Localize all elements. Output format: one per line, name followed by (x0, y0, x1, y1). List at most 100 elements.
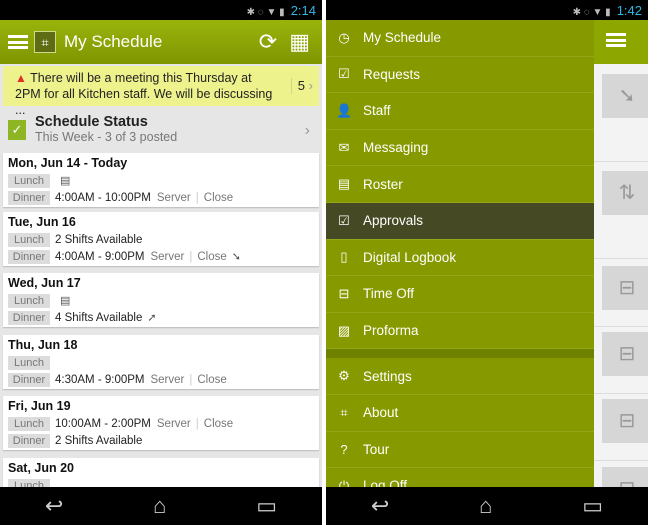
menu-item-label: Settings (363, 368, 412, 384)
day-card[interactable]: Tue, Jun 16 Lunch 2 Shifts Available Dinner… (3, 212, 319, 266)
shift-row[interactable]: Dinner 4 Shifts Available ➚ (8, 309, 314, 326)
shift-role: Server (150, 250, 185, 263)
meal-tag: Lunch (8, 232, 50, 247)
shift-location: Close (203, 191, 234, 204)
status-icons: ✱ ◌ ▼ ▮ (572, 7, 611, 18)
shift-row[interactable]: Lunch ▤ (8, 172, 314, 189)
clock: 1:42 (616, 3, 642, 18)
menu-icon[interactable] (606, 33, 626, 47)
meal-tag: Dinner (8, 372, 50, 387)
schedule-status[interactable]: ✓ Schedule Status This Week - 3 of 3 pos… (0, 110, 322, 150)
calendar-icon[interactable]: ▦ (289, 29, 310, 55)
calendar-minus-icon: ⊟ (338, 285, 350, 301)
person-icon: 👤 (336, 102, 353, 118)
menu-item-requests[interactable]: ☑ Requests (326, 57, 594, 94)
day-date: Sat, Jun 20 (8, 461, 74, 475)
status-bar: ✱ ◌ ▼ ▮ 2:14 (0, 0, 322, 20)
menu-item-about[interactable]: ⌗ About (326, 395, 594, 432)
envelope-icon: ✉ (338, 139, 350, 155)
shift-row[interactable]: Dinner 4:30AM - 9:00PM Server | Close (8, 371, 314, 388)
clock: 2:14 (290, 3, 316, 18)
home-icon[interactable]: ⌂ (479, 493, 492, 519)
calendar-minus-icon: ⊟ (602, 266, 648, 310)
day-date: Fri, Jun 19 (8, 399, 71, 413)
menu-item-settings[interactable]: ⚙ Settings (326, 358, 594, 395)
meal-tag: Lunch (8, 173, 50, 188)
shift-row[interactable]: Lunch 10:00AM - 2:00PM Server | Close (8, 415, 314, 432)
day-date: Mon, Jun 14 - Today (8, 156, 128, 170)
menu-item-label: Time Off (363, 286, 415, 302)
background-content: ➘ ⇅ ⊟ ⊟ ⊟ ⊟ (594, 20, 648, 525)
pickup-icon: ➚ (147, 312, 157, 324)
schedule-screen: ✱ ◌ ▼ ▮ 2:14 ⌗ My Schedule ⟳ ▦ ▲ There wi… (0, 0, 322, 525)
status-bar: ✱ ◌ ▼ ▮ 1:42 (326, 0, 648, 20)
gear-icon: ⚙ (338, 368, 350, 384)
meal-tag: Lunch (8, 355, 50, 370)
menu-item-proforma[interactable]: ▨ Proforma (326, 313, 594, 350)
shift-text: 2 Shifts Available (55, 434, 143, 447)
day-date: Thu, Jun 18 (8, 338, 78, 352)
day-card[interactable]: Mon, Jun 14 - Today Lunch ▤ Dinner 4:00AM - … (3, 153, 319, 207)
day-card[interactable]: Fri, Jun 19 Lunch 10:00AM - 2:00PM Server | C… (3, 396, 319, 450)
swap-icon: ⇅ (602, 171, 648, 215)
day-date: Tue, Jun 16 (8, 215, 76, 229)
menu-icon[interactable] (8, 35, 28, 49)
shift-text: 4 Shifts Available (55, 311, 143, 324)
calendar-minus-icon: ⊟ (602, 399, 648, 443)
menu-item-label: My Schedule (363, 30, 442, 46)
shift-text: 10:00AM - 2:00PM (55, 417, 151, 430)
calendar-check-icon: ✓ (8, 120, 26, 140)
navigation-drawer: ◷ My Schedule ☑ Requests 👤 Staff ✉ Messaging ▤ Ro… (326, 20, 594, 525)
meal-tag: Dinner (8, 310, 50, 325)
menu-item-my-schedule[interactable]: ◷ My Schedule (326, 20, 594, 57)
shift-location: Close (197, 250, 227, 263)
menu-item-staff[interactable]: 👤 Staff (326, 93, 594, 130)
announcement-count: 5 › (290, 78, 313, 94)
divider (326, 349, 594, 359)
menu-item-approvals[interactable]: ☑ Approvals (326, 202, 594, 240)
page-title: My Schedule (64, 32, 163, 51)
schedule-status-title: Schedule Status (35, 114, 148, 130)
drawer-screen: ➘ ⇅ ⊟ ⊟ ⊟ ⊟ ◷ My Schedule ☑ Requests 👤 Staff ✉… (326, 0, 648, 525)
shift-row[interactable]: Lunch ▤ (8, 292, 314, 309)
menu-item-label: Approvals (363, 213, 424, 229)
logo-icon: ⌗ (340, 404, 348, 420)
shift-row[interactable]: Dinner 4:00AM - 9:00PM Server | Close ➘ (8, 248, 314, 265)
shift-row[interactable]: Lunch 2 Shifts Available (8, 231, 314, 248)
menu-item-roster[interactable]: ▤ Roster (326, 166, 594, 203)
recents-icon[interactable]: ▭ (582, 493, 603, 519)
day-card[interactable]: Wed, Jun 17 Lunch ▤ Dinner 4 Shifts Availabl… (3, 273, 319, 327)
day-date: Wed, Jun 17 (8, 276, 81, 290)
menu-item-tour[interactable]: ? Tour (326, 432, 594, 469)
meal-tag: Dinner (8, 433, 50, 448)
meal-tag: Lunch (8, 293, 50, 308)
announcement-banner[interactable]: ▲ There will be a meeting this Thursday … (3, 66, 319, 117)
shift-row[interactable]: Lunch (8, 354, 314, 371)
giveaway-icon: ➘ (602, 74, 648, 118)
shift-row[interactable]: Dinner 2 Shifts Available (8, 432, 314, 449)
menu-item-messaging[interactable]: ✉ Messaging (326, 130, 594, 167)
menu-item-label: Messaging (363, 140, 429, 156)
back-icon[interactable]: ↩ (45, 493, 63, 519)
menu-item-digital-logbook[interactable]: ▯ Digital Logbook (326, 240, 594, 277)
shift-text: 4:00AM - 9:00PM (55, 250, 145, 263)
refresh-icon[interactable]: ⟳ (259, 29, 277, 55)
menu-item-time-off[interactable]: ⊟ Time Off (326, 276, 594, 313)
shift-role: Server (150, 373, 185, 386)
giveaway-icon: ➘ (231, 251, 241, 263)
meal-tag: Lunch (8, 416, 50, 431)
day-card[interactable]: Thu, Jun 18 Lunch Dinner 4:30AM - 9:00PM Ser… (3, 335, 319, 389)
shift-row[interactable]: Dinner 4:00AM - 10:00PM Server | Close (8, 189, 314, 206)
chart-icon: ▨ (337, 322, 351, 338)
question-icon: ? (340, 441, 348, 457)
shift-role: Server (156, 191, 191, 204)
home-icon[interactable]: ⌂ (153, 493, 166, 519)
recents-icon[interactable]: ▭ (256, 493, 277, 519)
back-icon[interactable]: ↩ (371, 493, 389, 519)
app-bar: ⌗ My Schedule ⟳ ▦ (0, 20, 322, 64)
menu-item-label: Tour (363, 441, 390, 457)
menu-item-label: Digital Logbook (363, 249, 457, 265)
shift-text: 2 Shifts Available (55, 233, 143, 246)
clock-icon: ◷ (338, 29, 350, 45)
nav-bar: ↩ ⌂ ▭ (326, 487, 648, 525)
